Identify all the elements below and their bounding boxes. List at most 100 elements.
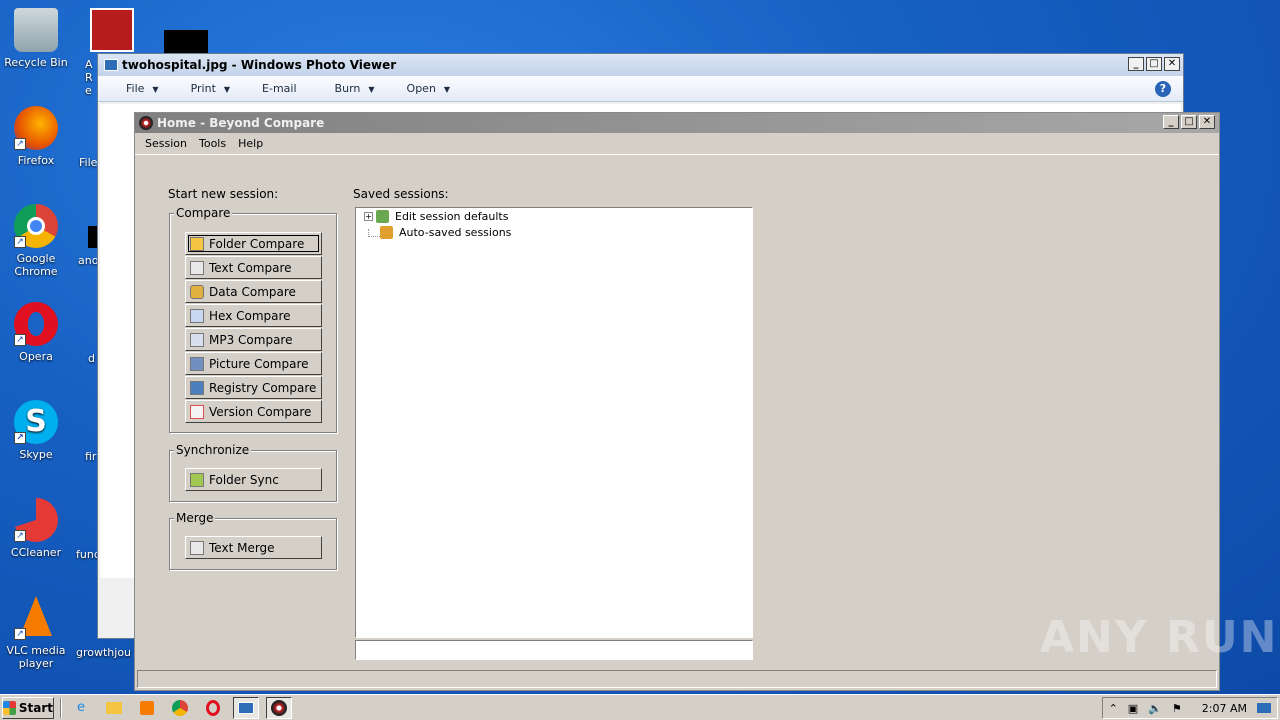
burn-menu[interactable]: Burn ▼ xyxy=(327,82,393,95)
help-icon[interactable]: ? xyxy=(1155,81,1171,97)
opera-icon[interactable]: ↗ Opera xyxy=(0,302,72,363)
synchronize-group-title: Synchronize xyxy=(174,443,252,457)
desktop-icon-label: CCleaner xyxy=(10,546,62,559)
text-merge-icon xyxy=(190,540,204,555)
print-menu[interactable]: Print ▼ xyxy=(183,82,248,95)
minimize-button[interactable]: _ xyxy=(1163,115,1179,129)
session-menu[interactable]: Session xyxy=(145,137,187,150)
desktop-icon-label: Recycle Bin xyxy=(4,56,68,69)
minimize-button[interactable]: _ xyxy=(1128,57,1144,71)
black-square-icon[interactable] xyxy=(164,30,208,54)
chrome-taskbar-icon[interactable] xyxy=(167,697,193,719)
desktop-icon-label: Skype xyxy=(19,448,53,461)
partial-label: ano xyxy=(78,254,99,267)
taskbar-separator xyxy=(60,697,62,718)
beyond-compare-title: Home - Beyond Compare xyxy=(157,116,325,130)
hex-compare-button[interactable]: Hex Compare xyxy=(185,304,322,327)
music-file-icon xyxy=(190,332,204,347)
anyrun-watermark: ANY RUN xyxy=(1040,612,1279,663)
cube-icon xyxy=(380,226,393,239)
photo-viewer-controls: _ □ ✕ xyxy=(1128,57,1180,71)
tools-menu[interactable]: Tools xyxy=(199,137,226,150)
version-compare-button[interactable]: Version Compare xyxy=(185,400,322,423)
firefox-icon[interactable]: ↗ Firefox xyxy=(0,106,72,167)
folder-icon xyxy=(190,236,204,251)
photo-viewer-title: twohospital.jpg - Windows Photo Viewer xyxy=(122,58,397,72)
photo-viewer-taskbar-icon[interactable] xyxy=(233,696,259,719)
shortcut-arrow-icon: ↗ xyxy=(14,432,26,444)
network-icon[interactable]: ▣ xyxy=(1128,702,1138,715)
merge-group-title: Merge xyxy=(174,511,216,525)
cube-icon xyxy=(376,210,389,223)
compare-group-title: Compare xyxy=(174,206,233,220)
clock[interactable]: 2:07 AM xyxy=(1202,702,1247,715)
folder-compare-button[interactable]: Folder Compare xyxy=(185,232,322,255)
opera-taskbar-icon[interactable] xyxy=(200,697,226,719)
show-desktop-icon[interactable] xyxy=(1257,703,1271,713)
tree-connector xyxy=(368,228,380,237)
beyond-compare-window[interactable]: Home - Beyond Compare _ □ ✕ Session Tool… xyxy=(134,112,1220,691)
data-compare-button[interactable]: Data Compare xyxy=(185,280,322,303)
adobe-reader-icon[interactable] xyxy=(90,8,134,52)
shortcut-arrow-icon: ↗ xyxy=(14,236,26,248)
registry-icon xyxy=(190,380,204,395)
google-chrome-icon[interactable]: ↗ Google Chrome xyxy=(0,204,72,278)
beyond-compare-logo-icon xyxy=(139,116,153,130)
help-menu[interactable]: Help xyxy=(238,137,263,150)
media-player-icon[interactable] xyxy=(134,697,160,719)
internet-explorer-icon[interactable]: e xyxy=(68,697,94,719)
tree-item-edit-session-defaults[interactable]: + Edit session defaults xyxy=(364,210,508,223)
saved-sessions-label: Saved sessions: xyxy=(353,187,449,201)
show-hidden-icons-icon[interactable]: ⌃ xyxy=(1109,702,1118,715)
skype-icon[interactable]: S ↗ Skype xyxy=(0,400,72,461)
partial-label: A Re xyxy=(85,58,93,97)
open-menu[interactable]: Open ▼ xyxy=(399,82,469,95)
session-filter-input[interactable] xyxy=(355,640,753,660)
text-merge-button[interactable]: Text Merge xyxy=(185,536,322,559)
photo-viewer-titlebar[interactable]: twohospital.jpg - Windows Photo Viewer xyxy=(98,54,1183,76)
picture-icon xyxy=(190,356,204,371)
mp3-compare-button[interactable]: MP3 Compare xyxy=(185,328,322,351)
action-center-flag-icon[interactable]: ⚑ xyxy=(1172,702,1182,715)
registry-compare-button[interactable]: Registry Compare xyxy=(185,376,322,399)
taskbar: Start e ⌃ ▣ 🔈 ⚑ 2:07 AM xyxy=(0,694,1280,720)
beyond-compare-titlebar[interactable]: Home - Beyond Compare xyxy=(135,113,1219,133)
chevron-down-icon: ▼ xyxy=(368,85,375,94)
picture-compare-button[interactable]: Picture Compare xyxy=(185,352,322,375)
shortcut-arrow-icon: ↗ xyxy=(14,334,26,346)
chevron-down-icon: ▼ xyxy=(152,85,159,94)
folder-sync-button[interactable]: Folder Sync xyxy=(185,468,322,491)
beyond-compare-taskbar-icon[interactable] xyxy=(266,696,292,719)
compare-group: Compare Folder Compare Text Compare Data… xyxy=(169,206,337,433)
shortcut-arrow-icon: ↗ xyxy=(14,628,26,640)
file-explorer-icon[interactable] xyxy=(101,697,127,719)
synchronize-group: Synchronize Folder Sync xyxy=(169,443,337,502)
file-menu[interactable]: File ▼ xyxy=(118,82,177,95)
desktop-icon-label: Firefox xyxy=(17,154,55,167)
recycle-bin-icon[interactable]: Recycle Bin xyxy=(0,8,72,69)
partial-label: growthjou xyxy=(76,646,132,659)
chevron-down-icon: ▼ xyxy=(223,85,231,94)
start-session-label: Start new session: xyxy=(168,187,279,201)
saved-sessions-tree[interactable]: + Edit session defaults Auto-saved sessi… xyxy=(355,207,753,638)
hex-file-icon xyxy=(190,308,204,323)
text-compare-button[interactable]: Text Compare xyxy=(185,256,322,279)
tree-item-auto-saved-sessions[interactable]: Auto-saved sessions xyxy=(364,226,511,239)
beyond-compare-controls: _ □ ✕ xyxy=(1163,115,1215,129)
volume-icon[interactable]: 🔈 xyxy=(1148,702,1162,715)
vlc-icon[interactable]: ↗ VLC media player xyxy=(0,596,72,670)
partial-label: File xyxy=(79,156,98,169)
close-button[interactable]: ✕ xyxy=(1164,57,1180,71)
merge-group: Merge Text Merge xyxy=(169,511,337,570)
maximize-button[interactable]: □ xyxy=(1146,57,1162,71)
email-menu[interactable]: E-mail xyxy=(254,82,305,95)
maximize-button[interactable]: □ xyxy=(1181,115,1197,129)
close-button[interactable]: ✕ xyxy=(1199,115,1215,129)
shortcut-arrow-icon: ↗ xyxy=(14,138,26,150)
folder-sync-icon xyxy=(190,472,204,487)
start-button[interactable]: Start xyxy=(2,696,54,719)
expand-icon[interactable]: + xyxy=(364,212,373,221)
text-file-icon xyxy=(190,260,204,275)
status-bar xyxy=(137,670,1217,688)
ccleaner-icon[interactable]: ↗ CCleaner xyxy=(0,498,72,559)
